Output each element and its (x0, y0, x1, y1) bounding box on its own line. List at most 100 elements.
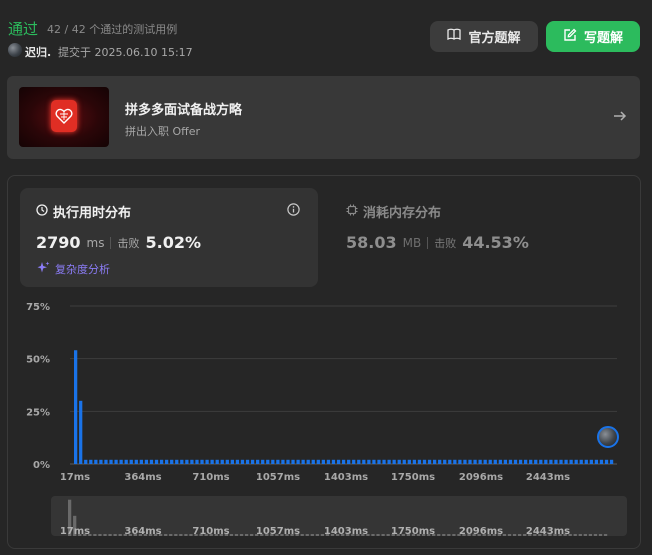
chart-bar (438, 459, 442, 464)
mini-bar (103, 534, 107, 536)
info-icon[interactable] (287, 201, 300, 220)
write-solution-button[interactable]: 写题解 (546, 21, 640, 52)
mini-bar (598, 534, 603, 536)
official-solution-button[interactable]: 官方题解 (430, 21, 538, 52)
your-position-avatar[interactable] (597, 426, 619, 448)
chart-bar (245, 459, 250, 464)
mini-bar (118, 534, 122, 536)
edit-icon (563, 28, 577, 46)
mini-bar (234, 534, 239, 536)
chart-bar (74, 350, 78, 464)
mini-x-tick-label: 17ms (60, 526, 90, 537)
x-tick-label: 364ms (124, 472, 161, 483)
chart-bar (205, 459, 209, 464)
submit-time: 提交于 2025.06.10 15:17 (58, 46, 193, 59)
chart-bar (432, 459, 437, 464)
x-tick-label: 2443ms (526, 472, 570, 483)
mini-bar (305, 534, 309, 536)
chart-bar (422, 459, 427, 464)
chart-bar (448, 459, 452, 464)
runtime-unit: ms (86, 235, 105, 250)
chart-bar (316, 459, 320, 464)
mini-x-tick-label: 364ms (124, 526, 161, 537)
mini-bar (502, 534, 507, 536)
mini-bar (179, 534, 183, 536)
chart-bar (341, 459, 346, 464)
memory-value: 58.03 (346, 233, 397, 252)
chart-bar (382, 459, 386, 464)
mini-bar (376, 534, 380, 536)
mini-bar (108, 534, 112, 536)
mini-bar (164, 534, 168, 536)
memory-tab[interactable]: 消耗内存分布 (346, 202, 441, 221)
mini-bar (184, 534, 188, 536)
mini-bar (583, 534, 587, 536)
chart-bar (362, 459, 366, 464)
mini-bar (169, 534, 173, 536)
chart-bar (529, 459, 533, 464)
chart-bar (564, 459, 568, 464)
official-solution-label: 官方题解 (468, 31, 521, 46)
mini-bar (98, 534, 102, 536)
mini-x-tick-label: 2096ms (459, 526, 503, 537)
x-tick-label: 17ms (60, 472, 90, 483)
complexity-analysis-link[interactable]: 复杂度分析 (37, 261, 110, 277)
chart-bar (478, 459, 482, 464)
mini-bar (300, 534, 304, 536)
runtime-beats-value: 5.02% (145, 233, 201, 252)
mini-bar (593, 534, 598, 536)
x-tick-label: 2096ms (459, 472, 503, 483)
chart-bar (291, 459, 295, 464)
range-selector-chart[interactable]: 17ms 364ms 710ms 1057ms 1403ms 1750ms 2096ms 24… (0, 496, 652, 540)
chart-bar (599, 459, 604, 464)
chart-bar (154, 459, 159, 464)
chart-bar (149, 459, 154, 464)
chart-bar (144, 459, 149, 464)
chart-bar (402, 459, 406, 464)
chart-bar (139, 459, 143, 464)
divider (427, 236, 429, 249)
y-tick-label: 25% (26, 407, 50, 418)
chart-bar (518, 459, 523, 464)
chart-bar (468, 459, 472, 464)
chart-bar (230, 459, 234, 464)
runtime-value: 2790 (36, 233, 81, 252)
arrow-right-icon[interactable] (612, 108, 628, 128)
runtime-distribution-chart[interactable]: 75% 50% 25% 0% 17ms 364ms 710ms 1057ms 1403ms 175… (0, 290, 652, 490)
memory-beats-value: 44.53% (462, 233, 529, 252)
username[interactable]: 迟归. (25, 44, 51, 60)
chart-bar (534, 459, 538, 464)
memory-stats: 58.03 MB 击败 44.53% (346, 233, 529, 252)
avatar[interactable] (8, 43, 22, 57)
mini-x-tick-label: 1057ms (256, 526, 300, 537)
chart-bar (159, 459, 164, 464)
chart-bar (84, 459, 88, 464)
chart-bar (513, 459, 518, 464)
banner-title: 拼多多面试备战方略 (125, 103, 243, 118)
mini-bar (573, 534, 577, 536)
chart-bar (200, 459, 204, 464)
chart-bar (554, 459, 558, 464)
promo-banner[interactable]: 拼多多面试备战方略 拼出入职 Offer (7, 76, 640, 159)
mini-bar (113, 534, 117, 536)
heart-logo-icon (51, 100, 77, 132)
mini-bar (588, 534, 593, 536)
chart-bar (347, 459, 351, 464)
chart-bar (306, 459, 310, 464)
chart-bar (326, 459, 331, 464)
chart-bar (372, 459, 376, 464)
chip-icon (346, 204, 358, 220)
chart-bar (119, 459, 123, 464)
chart-bar (609, 459, 614, 464)
banner-image (19, 87, 109, 147)
chart-bar (463, 459, 467, 464)
chart-bar (443, 459, 447, 464)
memory-beats-label: 击败 (434, 236, 457, 250)
chart-bar (170, 459, 174, 464)
chart-bar (594, 459, 599, 464)
chart-bar (165, 459, 169, 464)
mini-bar (578, 534, 582, 536)
chart-bar (498, 459, 502, 464)
mini-bar (512, 534, 517, 536)
book-icon (447, 28, 462, 45)
